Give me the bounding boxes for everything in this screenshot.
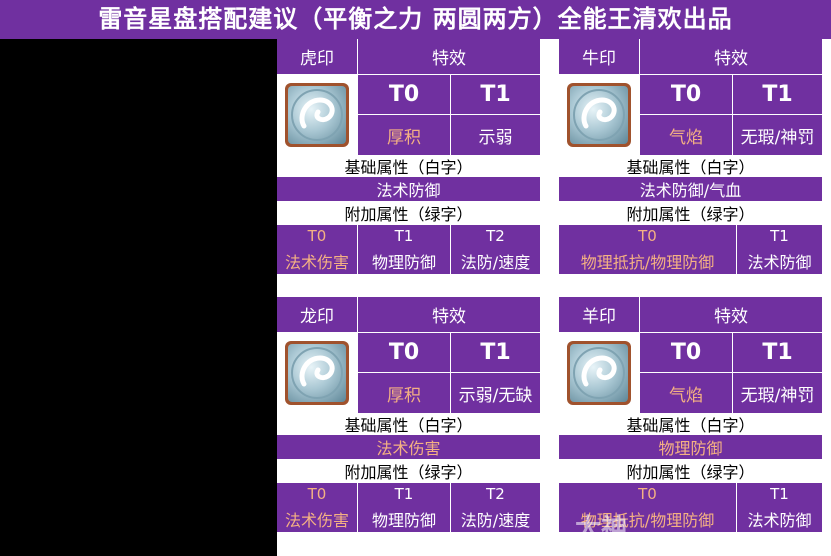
- extra-value-0: 物理抵抗/物理防御: [559, 247, 737, 274]
- t1-header: T1: [451, 75, 540, 115]
- t0-header: T0: [640, 75, 733, 115]
- effect-header: 特效: [358, 39, 540, 75]
- extra-tier-1: T1: [358, 483, 451, 505]
- ram-seal-icon: [570, 344, 628, 402]
- left-blank-area: [0, 39, 277, 556]
- t1-effect: 示弱/无缺: [451, 373, 540, 413]
- extra-attr-label: 附加属性（绿字）: [277, 201, 540, 225]
- t1-header: T1: [733, 333, 822, 373]
- extra-value-0: 法术伤害: [277, 505, 358, 532]
- column-gutter: [540, 39, 560, 556]
- seal-name: 羊印: [559, 297, 640, 333]
- extra-value-2: 法防/速度: [451, 247, 540, 274]
- extra-attr-label: 附加属性（绿字）: [559, 201, 822, 225]
- seal-icon-cell: [277, 75, 358, 155]
- base-attr-value: 物理防御: [559, 435, 822, 459]
- base-attr-label: 基础属性（白字）: [559, 413, 822, 435]
- extra-tier-1: T1: [358, 225, 451, 247]
- t0-effect: 气焰: [640, 373, 733, 413]
- extra-value-2: 法防/速度: [451, 505, 540, 532]
- seal-name: 牛印: [559, 39, 640, 75]
- t1-header: T1: [733, 75, 822, 115]
- extra-tier-0: T0: [559, 483, 737, 505]
- seal-block-ox: 牛印 特效 T0 T1 气焰 无瑕/神罚 基础属性（白字） 法术防御/气血 附加属性（绿字） T0…: [559, 39, 822, 274]
- seal-block-ram: 羊印 特效 T0 T1 气焰 无瑕/神罚 基础属性（白字） 物理防御 附加属性（绿字） T0 T1 物…: [559, 297, 822, 532]
- extra-value-1: 法术防御: [737, 247, 822, 274]
- t0-effect: 气焰: [640, 115, 733, 155]
- extra-tier-0: T0: [559, 225, 737, 247]
- base-attr-value: 法术防御: [277, 177, 540, 201]
- t0-effect: 厚积: [358, 373, 451, 413]
- extra-value-1: 物理防御: [358, 505, 451, 532]
- extra-tier-1: T1: [737, 225, 822, 247]
- seal-block-dragon: 龙印 特效 T0 T1 厚积 示弱/无缺 基础属性（白字） 法术伤害 附加属性（绿字） T0 T1 T…: [277, 297, 540, 532]
- seal-icon-cell: [277, 333, 358, 413]
- effect-header: 特效: [640, 39, 822, 75]
- t1-effect: 无瑕/神罚: [733, 115, 822, 155]
- t1-header: T1: [451, 333, 540, 373]
- extra-value-1: 物理防御: [358, 247, 451, 274]
- base-attr-label: 基础属性（白字）: [277, 155, 540, 177]
- base-attr-value: 法术伤害: [277, 435, 540, 459]
- t0-header: T0: [358, 75, 451, 115]
- ox-seal-icon: [570, 86, 628, 144]
- dragon-seal-icon: [288, 344, 346, 402]
- extra-value-0: 法术伤害: [277, 247, 358, 274]
- seal-icon-cell: [559, 333, 640, 413]
- extra-tier-0: T0: [277, 225, 358, 247]
- page-title: 雷音星盘搭配建议（平衡之力 两圆两方）全能王清欢出品: [0, 0, 831, 39]
- extra-attr-label: 附加属性（绿字）: [559, 459, 822, 483]
- tiger-seal-icon: [288, 86, 346, 144]
- extra-tier-1: T1: [737, 483, 822, 505]
- seal-name: 虎印: [277, 39, 358, 75]
- extra-attr-label: 附加属性（绿字）: [277, 459, 540, 483]
- t0-header: T0: [640, 333, 733, 373]
- seal-block-tiger: 虎印 特效 T0 T1 厚积 示弱 基础属性（白字） 法术防御 附加属性（绿字） T0 T1 T2 法术…: [277, 39, 540, 274]
- base-attr-label: 基础属性（白字）: [277, 413, 540, 435]
- seal-icon-cell: [559, 75, 640, 155]
- t1-effect: 无瑕/神罚: [733, 373, 822, 413]
- base-attr-label: 基础属性（白字）: [559, 155, 822, 177]
- effect-header: 特效: [640, 297, 822, 333]
- watermark: 大神: [575, 514, 628, 544]
- seal-name: 龙印: [277, 297, 358, 333]
- extra-value-1: 法术防御: [737, 505, 822, 532]
- base-attr-value: 法术防御/气血: [559, 177, 822, 201]
- right-edge: [821, 39, 831, 556]
- extra-tier-2: T2: [451, 225, 540, 247]
- effect-header: 特效: [358, 297, 540, 333]
- t0-effect: 厚积: [358, 115, 451, 155]
- extra-tier-2: T2: [451, 483, 540, 505]
- t0-header: T0: [358, 333, 451, 373]
- t1-effect: 示弱: [451, 115, 540, 155]
- extra-tier-0: T0: [277, 483, 358, 505]
